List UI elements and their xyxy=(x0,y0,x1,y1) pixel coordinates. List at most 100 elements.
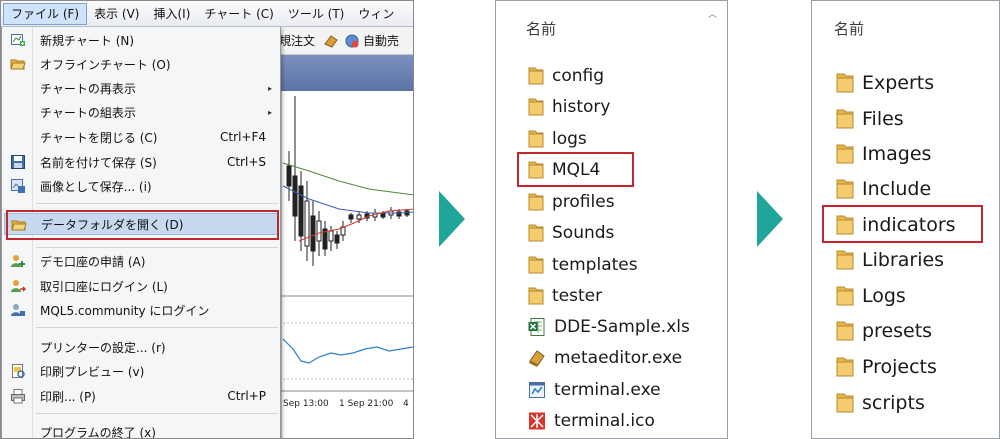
list-item-logs[interactable]: Logs xyxy=(836,281,906,311)
chart-x-label: 1 Sep 21:00 xyxy=(339,399,394,409)
menu-item-reopen-chart[interactable]: チャートの再表示 ▸ xyxy=(4,77,278,99)
list-item-logs[interactable]: logs xyxy=(528,125,587,153)
autotrade-button[interactable]: 自動売 xyxy=(363,32,399,49)
menu-item-open-demo-account[interactable]: デモ口座の申請 (A) xyxy=(4,250,278,272)
folder-icon xyxy=(836,393,854,413)
mql5-login-icon xyxy=(11,304,25,316)
open-folder-icon xyxy=(10,59,26,70)
menu-separator xyxy=(36,203,278,204)
user-add-icon xyxy=(11,255,25,267)
menu-item-exit[interactable]: プログラムの終了 (x) xyxy=(4,421,278,439)
user-login-icon xyxy=(11,280,26,292)
menu-separator xyxy=(36,413,278,414)
menu-item-save-as[interactable]: 名前を付けて保存 (S) Ctrl+S xyxy=(4,151,278,173)
list-item-images[interactable]: Images xyxy=(836,139,931,169)
shortcut-text: Ctrl+P xyxy=(227,389,266,403)
list-item-config[interactable]: config xyxy=(528,62,604,90)
menu-window[interactable]: ウィン xyxy=(351,2,401,26)
folder-icon xyxy=(836,179,854,199)
menu-item-print-preview[interactable]: 印刷プレビュー (v) xyxy=(4,360,278,382)
chart-x-label: Sep 13:00 xyxy=(283,399,329,409)
metaeditor-icon xyxy=(529,350,545,367)
column-header-name[interactable]: 名前 xyxy=(526,18,556,39)
next-step-arrow-icon xyxy=(439,191,465,247)
menu-item-login-trade-account[interactable]: 取引口座にログイン (L) xyxy=(4,275,278,297)
menu-separator xyxy=(36,247,278,248)
file-menu-dropdown: 新規チャート (N) オフラインチャート (O) チャートの再表示 ▸ チャート… xyxy=(1,27,281,439)
print-preview-icon xyxy=(12,364,25,378)
list-item-dde-sample[interactable]: DDE-Sample.xls xyxy=(528,313,690,341)
menu-bar: ファイル (F) 表示 (V) 挿入(I) チャート (C) ツール (T) ウ… xyxy=(1,1,413,27)
menu-item-print[interactable]: 印刷... (P) Ctrl+P xyxy=(4,385,278,407)
list-item-files[interactable]: Files xyxy=(836,104,904,134)
next-step-arrow-icon xyxy=(757,191,783,247)
price-chart: Sep 13:00 1 Sep 21:00 4 xyxy=(279,91,413,438)
list-item-experts[interactable]: Experts xyxy=(836,68,934,98)
menu-tools[interactable]: ツール (T) xyxy=(281,2,352,26)
menu-item-close-chart[interactable]: チャートを閉じる (C) Ctrl+F4 xyxy=(4,126,278,148)
menu-item-login-mql5[interactable]: MQL5.community にログイン xyxy=(4,299,278,321)
submenu-arrow-icon: ▸ xyxy=(267,83,272,93)
list-item-tester[interactable]: tester xyxy=(528,282,602,310)
menu-view[interactable]: 表示 (V) xyxy=(87,2,146,26)
menu-insert[interactable]: 挿入(I) xyxy=(146,2,197,26)
folder-icon xyxy=(528,193,544,211)
terminal-ico-icon xyxy=(529,412,545,430)
menu-chart[interactable]: チャート (C) xyxy=(197,2,280,26)
shortcut-text: Ctrl+S xyxy=(226,155,266,169)
save-icon xyxy=(11,155,25,169)
new-order-button[interactable]: 規注文 xyxy=(279,32,315,49)
folder-icon xyxy=(836,109,854,129)
menu-item-printer-setup[interactable]: プリンターの設定... (r) xyxy=(4,336,278,358)
highlight-frame xyxy=(822,205,983,243)
list-item-sounds[interactable]: Sounds xyxy=(528,219,614,247)
new-chart-icon xyxy=(11,34,25,46)
list-item-templates[interactable]: templates xyxy=(528,251,638,279)
mt4-window: ファイル (F) 表示 (V) 挿入(I) チャート (C) ツール (T) ウ… xyxy=(0,0,414,439)
printer-icon xyxy=(11,389,25,404)
shortcut-text: Ctrl+F4 xyxy=(220,130,266,144)
list-item-presets[interactable]: presets xyxy=(836,316,932,346)
menu-item-chart-profiles[interactable]: チャートの組表示 ▸ xyxy=(4,101,278,123)
terminal-exe-icon xyxy=(529,382,545,398)
folder-icon xyxy=(836,73,854,93)
sort-arrow-icon[interactable]: ︿ xyxy=(708,7,717,20)
list-item-scripts[interactable]: scripts xyxy=(836,388,925,418)
folder-icon xyxy=(528,67,544,85)
list-item-profiles[interactable]: profiles xyxy=(528,188,615,216)
list-item-history[interactable]: history xyxy=(528,93,610,121)
folder-icon xyxy=(528,98,544,116)
menu-item-new-chart[interactable]: 新規チャート (N) xyxy=(4,29,278,51)
highlight-frame xyxy=(517,152,634,187)
toolbar: 規注文 自動売 xyxy=(279,27,413,55)
mql4-folder-view: 名前 Experts Files Images Include indicato… xyxy=(811,0,1000,439)
column-header-name[interactable]: 名前 xyxy=(834,18,864,39)
list-item-libraries[interactable]: Libraries xyxy=(836,245,944,275)
menu-file[interactable]: ファイル (F) xyxy=(3,2,88,25)
menu-item-offline-chart[interactable]: オフラインチャート (O) xyxy=(4,53,278,75)
menu-item-save-as-picture[interactable]: 画像として保存... (i) xyxy=(4,175,278,197)
folder-icon xyxy=(836,250,854,270)
folder-icon xyxy=(836,357,854,377)
list-item-include[interactable]: Include xyxy=(836,174,931,204)
folder-icon xyxy=(528,256,544,274)
folder-icon xyxy=(528,287,544,305)
submenu-arrow-icon: ▸ xyxy=(267,107,272,117)
chart-title-bar xyxy=(279,55,413,91)
list-item-terminal-ico[interactable]: terminal.ico xyxy=(528,407,655,435)
chart-canvas xyxy=(279,91,413,438)
highlight-frame xyxy=(6,210,279,240)
chart-x-label: 4 xyxy=(403,399,409,409)
folder-icon xyxy=(528,224,544,242)
save-image-icon xyxy=(11,179,25,193)
data-folder-view: ︿ 名前 config history logs MQL4 profiles S… xyxy=(495,0,728,439)
folder-icon xyxy=(836,286,854,306)
list-item-projects[interactable]: Projects xyxy=(836,352,937,382)
list-item-metaeditor[interactable]: metaeditor.exe xyxy=(528,344,682,372)
excel-file-icon xyxy=(528,318,545,336)
autotrade-icon[interactable] xyxy=(344,33,360,49)
metaeditor-icon[interactable] xyxy=(323,33,339,49)
folder-icon xyxy=(836,321,854,341)
list-item-terminal-exe[interactable]: terminal.exe xyxy=(528,376,661,404)
folder-icon xyxy=(528,130,544,148)
